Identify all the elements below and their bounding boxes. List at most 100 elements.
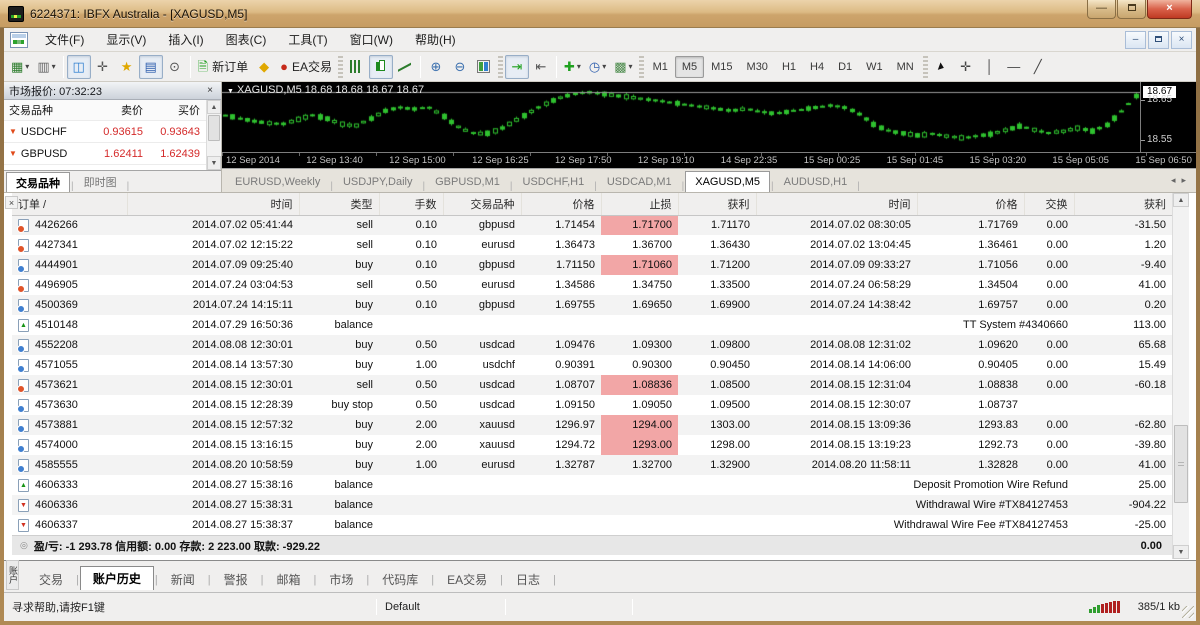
zoom-in-button[interactable]: ⊕ (424, 55, 448, 79)
market-watch-toggle[interactable]: ◫ (66, 54, 91, 79)
timeframe-w1[interactable]: W1 (859, 56, 890, 78)
history-column-2[interactable]: 类型 (298, 193, 379, 216)
vertical-line-tool[interactable]: │ (978, 55, 1002, 79)
history-row-4444901[interactable]: 4444901 2014.07.09 09:25:40 buy 0.10 gbpusd 1… (12, 255, 1172, 275)
time-axis[interactable]: 12 Sep 2014 12 Sep 13:40 12 Sep 15:00 12 Se… (222, 153, 1196, 168)
strategy-tester-button[interactable]: ⊙ (163, 55, 187, 79)
indicators-button[interactable]: ✚ ▾ (560, 55, 585, 79)
timeframe-m1[interactable]: M1 (646, 56, 675, 78)
chart-tab-usdchf[interactable]: USDCHF,H1 (514, 171, 594, 192)
history-row-4606337[interactable]: ▼ 4606337 2014.08.27 15:38:37 balance Withdr… (12, 515, 1172, 535)
market-watch-tab-symbols[interactable]: 交易品种 (6, 172, 70, 192)
history-row-4552208[interactable]: 4552208 2014.08.08 12:30:01 buy 0.50 usdcad 1… (12, 335, 1172, 355)
cursor-tool[interactable] (930, 55, 954, 79)
market-watch-row-gbpusd[interactable]: ▼ GBPUSD 1.62411 1.62439 (4, 143, 221, 165)
column-symbol[interactable]: 交易品种 (4, 102, 92, 118)
scroll-thumb[interactable] (208, 115, 220, 141)
history-column-10[interactable]: 交换 (1023, 193, 1074, 216)
resize-grip[interactable] (1182, 606, 1194, 618)
scroll-thumb[interactable] (1174, 425, 1188, 503)
scroll-up-icon[interactable]: ▲ (1173, 193, 1189, 207)
new-order-button[interactable]: 🗎 新订单 (194, 55, 252, 79)
column-ask[interactable]: 买价 (149, 102, 206, 118)
menu-item-工具[interactable]: 工具(T) (277, 28, 338, 51)
data-window-button[interactable]: ✛ (91, 55, 115, 79)
history-row-4571055[interactable]: 4571055 2014.08.14 13:57:30 buy 1.00 usdchf 0… (12, 355, 1172, 375)
chart-tab-usdcad[interactable]: USDCAD,M1 (598, 171, 681, 192)
history-row-4500369[interactable]: 4500369 2014.07.24 14:15:11 buy 0.10 gbpusd 1… (12, 295, 1172, 315)
market-watch-tab-tick[interactable]: 即时图 (75, 172, 126, 192)
templates-button[interactable]: ▩ ▾ (610, 55, 636, 79)
periods-button[interactable]: ◷ ▾ (585, 55, 610, 79)
scroll-down-icon[interactable]: ▼ (1173, 545, 1189, 559)
timeframe-h1[interactable]: H1 (775, 56, 803, 78)
minimize-button[interactable]: — (1087, 0, 1116, 19)
history-scrollbar[interactable]: ▲ ▼ (1172, 193, 1189, 559)
history-column-0[interactable]: 订单 / (12, 193, 127, 216)
crosshair-tool[interactable]: ✛ (954, 55, 978, 79)
history-row-4496905[interactable]: 4496905 2014.07.24 03:04:53 sell 0.50 eurusd… (12, 275, 1172, 295)
menu-item-帮助[interactable]: 帮助(H) (404, 28, 467, 51)
tile-windows-button[interactable] (472, 55, 496, 79)
scroll-down-icon[interactable]: ▼ (207, 156, 221, 170)
terminal-tab-警报[interactable]: 警报 (212, 568, 260, 590)
navigator-button[interactable]: ★ (115, 55, 139, 79)
history-row-4427341[interactable]: 4427341 2014.07.02 12:15:22 sell 0.10 eurusd… (12, 235, 1172, 255)
child-minimize-button[interactable]: – (1125, 30, 1146, 49)
history-row-4606336[interactable]: ▼ 4606336 2014.08.27 15:38:31 balance Withdr… (12, 495, 1172, 515)
ea-trade-button[interactable]: ● EA交易 (276, 55, 336, 79)
terminal-side-label[interactable]: 账户 (6, 560, 19, 590)
history-row-4426266[interactable]: 4426266 2014.07.02 05:41:44 sell 0.10 gbpusd… (12, 215, 1172, 235)
chart-expand-icon[interactable]: ▼ (227, 88, 234, 95)
history-column-3[interactable]: 手数 (378, 193, 443, 216)
history-row-4606333[interactable]: ▲ 4606333 2014.08.27 15:38:16 balance Deposi… (12, 475, 1172, 495)
auto-scroll-toggle[interactable]: ⇥ (504, 54, 529, 79)
timeframe-m30[interactable]: M30 (740, 56, 775, 78)
chart-tab-gbpusd[interactable]: GBPUSD,M1 (426, 171, 509, 192)
history-row-4573630[interactable]: 4573630 2014.08.15 12:28:39 buy stop 0.50 us… (12, 395, 1172, 415)
child-restore-button[interactable] (1148, 30, 1169, 49)
chart-tab-scroll-icons[interactable]: ◂▸ (1171, 175, 1192, 186)
chart-shift-button[interactable]: ⇤ (529, 55, 553, 79)
history-row-4573621[interactable]: 4573621 2014.08.15 12:30:01 sell 0.50 usdcad… (12, 375, 1172, 395)
history-column-11[interactable]: 获利 (1073, 193, 1172, 216)
timeframe-mn[interactable]: MN (890, 56, 921, 78)
chart-tab-audusd[interactable]: AUDUSD,H1 (775, 171, 857, 192)
column-bid[interactable]: 卖价 (92, 102, 149, 118)
terminal-tab-日志[interactable]: 日志 (504, 568, 552, 590)
timeframe-h4[interactable]: H4 (803, 56, 831, 78)
timeframe-d1[interactable]: D1 (831, 56, 859, 78)
terminal-tab-代码库[interactable]: 代码库 (370, 568, 430, 590)
trendline-tool[interactable]: ╱ (1026, 55, 1050, 79)
terminal-tab-账户历史[interactable]: 账户历史 (79, 566, 154, 590)
market-watch-scrollbar[interactable]: ▲ ▼ (206, 100, 221, 170)
history-column-5[interactable]: 价格 (520, 193, 601, 216)
history-column-1[interactable]: 时间 (126, 193, 299, 216)
history-column-7[interactable]: 获利 (677, 193, 756, 216)
terminal-tab-交易[interactable]: 交易 (27, 568, 75, 590)
timeframe-m15[interactable]: M15 (704, 56, 739, 78)
menu-item-图表[interactable]: 图表(C) (215, 28, 278, 51)
terminal-close-icon[interactable]: × (5, 196, 18, 209)
chart-tab-usdjpy[interactable]: USDJPY,Daily (334, 171, 422, 192)
history-row-4574000[interactable]: 4574000 2014.08.15 13:16:15 buy 2.00 xauusd 1… (12, 435, 1172, 455)
status-profile[interactable]: Default (377, 598, 505, 616)
profiles-button[interactable]: ▥ ▾ (33, 55, 59, 79)
terminal-tab-新闻[interactable]: 新闻 (159, 568, 207, 590)
new-chart-button[interactable]: ▦ ▾ (7, 55, 33, 79)
menu-item-窗口[interactable]: 窗口(W) (339, 28, 404, 51)
market-watch-row-usdchf[interactable]: ▼ USDCHF 0.93615 0.93643 (4, 121, 221, 143)
menu-item-显示[interactable]: 显示(V) (95, 28, 157, 51)
menu-item-文件[interactable]: 文件(F) (34, 28, 95, 51)
market-watch-close-icon[interactable]: × (204, 85, 216, 96)
zoom-out-button[interactable]: ⊖ (448, 55, 472, 79)
close-button[interactable]: × (1147, 0, 1192, 19)
scroll-up-icon[interactable]: ▲ (207, 100, 221, 114)
restore-button[interactable] (1117, 0, 1146, 19)
menu-item-插入[interactable]: 插入(I) (157, 28, 214, 51)
timeframe-m5[interactable]: M5 (674, 55, 705, 78)
terminal-tab-邮箱[interactable]: 邮箱 (265, 568, 313, 590)
terminal-toggle[interactable]: ▤ (138, 54, 163, 79)
line-chart-button[interactable] (393, 55, 417, 79)
chart-tab-xagusd[interactable]: XAGUSD,M5 (685, 171, 771, 192)
